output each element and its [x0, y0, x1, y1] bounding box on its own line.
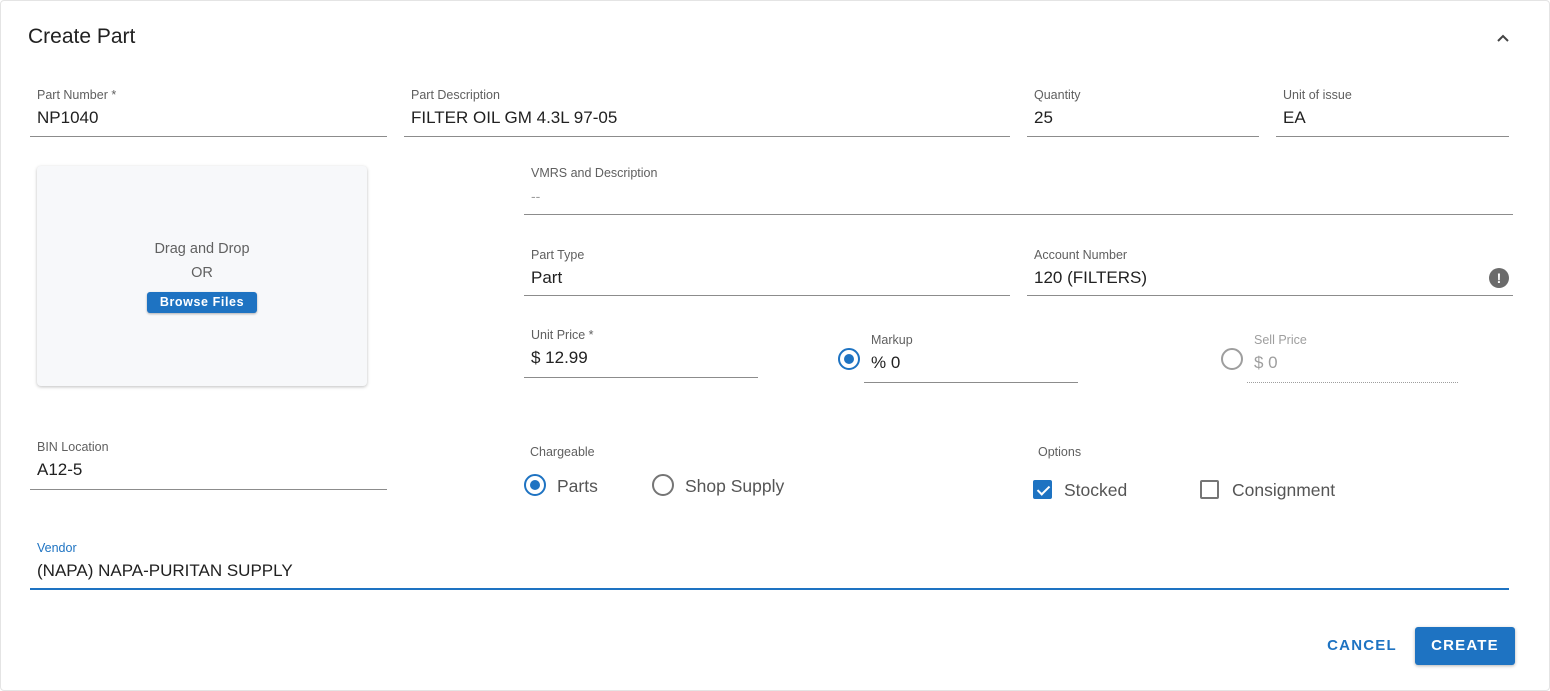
alert-circle-icon[interactable]: ! [1489, 268, 1509, 288]
part-number-value: NP1040 [37, 108, 99, 127]
unit-of-issue-field[interactable]: Unit of issue EA [1276, 88, 1509, 137]
chargeable-shop-supply-radio[interactable] [652, 474, 674, 496]
sell-price-underline [1247, 382, 1458, 383]
part-description-field[interactable]: Part Description FILTER OIL GM 4.3L 97-0… [404, 88, 1010, 137]
account-number-field[interactable]: Account Number 120 (FILTERS) [1027, 248, 1513, 296]
chargeable-parts-radio[interactable] [524, 474, 546, 496]
chargeable-label: Chargeable [530, 445, 595, 459]
unit-price-underline [524, 377, 758, 378]
sell-price-value: $ 0 [1254, 353, 1278, 372]
dropzone-text: Drag and Drop [154, 241, 250, 257]
vendor-value: (NAPA) NAPA-PURITAN SUPPLY [37, 561, 293, 580]
part-description-underline [404, 136, 1010, 137]
part-type-underline [524, 295, 1010, 296]
part-type-field[interactable]: Part Type Part [524, 248, 1010, 296]
page-title: Create Part [28, 25, 136, 48]
sell-price-field: Sell Price $ 0 [1247, 333, 1458, 383]
stocked-label[interactable]: Stocked [1064, 480, 1127, 501]
markup-field[interactable]: Markup % 0 [864, 333, 1078, 383]
quantity-label: Quantity [1034, 88, 1081, 102]
bin-location-field[interactable]: BIN Location A12-5 [30, 440, 387, 490]
create-part-panel: Create Part Part Number * NP1040 Part De… [0, 0, 1550, 691]
bin-location-value: A12-5 [37, 460, 83, 479]
part-number-underline [30, 136, 387, 137]
part-number-label: Part Number * [37, 88, 117, 102]
vmrs-value: -- [531, 188, 541, 204]
consignment-label[interactable]: Consignment [1232, 480, 1335, 501]
account-number-label: Account Number [1034, 248, 1128, 262]
account-number-underline [1027, 295, 1513, 296]
sell-price-label: Sell Price [1254, 333, 1307, 347]
vendor-label: Vendor [37, 541, 77, 555]
part-description-value: FILTER OIL GM 4.3L 97-05 [411, 108, 618, 127]
markup-radio[interactable] [838, 348, 860, 370]
quantity-value: 25 [1034, 108, 1053, 127]
chevron-up-icon[interactable] [1490, 25, 1516, 51]
unit-price-value: $ 12.99 [531, 348, 588, 367]
bin-location-label: BIN Location [37, 440, 109, 454]
markup-label: Markup [871, 333, 913, 347]
vendor-underline [30, 588, 1509, 590]
browse-files-button[interactable]: Browse Files [147, 292, 257, 313]
unit-price-field[interactable]: Unit Price * $ 12.99 [524, 328, 758, 378]
unit-of-issue-label: Unit of issue [1283, 88, 1352, 102]
part-type-label: Part Type [531, 248, 585, 262]
sell-price-radio[interactable] [1221, 348, 1243, 370]
quantity-field[interactable]: Quantity 25 [1027, 88, 1259, 137]
unit-of-issue-value: EA [1283, 108, 1306, 127]
chargeable-shop-supply-label[interactable]: Shop Supply [685, 476, 784, 497]
vmrs-underline [524, 214, 1513, 215]
cancel-button[interactable]: CANCEL [1319, 627, 1405, 665]
vendor-field[interactable]: Vendor (NAPA) NAPA-PURITAN SUPPLY [30, 541, 1509, 590]
consignment-checkbox[interactable] [1200, 480, 1219, 499]
options-label: Options [1038, 445, 1082, 459]
part-description-label: Part Description [411, 88, 500, 102]
part-type-value: Part [531, 268, 563, 287]
markup-underline [864, 382, 1078, 383]
markup-value: % 0 [871, 353, 901, 372]
file-dropzone[interactable]: Drag and Drop OR Browse Files [37, 166, 367, 386]
unit-of-issue-underline [1276, 136, 1509, 137]
vmrs-field[interactable]: VMRS and Description -- [524, 166, 1513, 215]
bin-location-underline [30, 489, 387, 490]
stocked-checkbox[interactable] [1033, 480, 1052, 499]
part-number-field[interactable]: Part Number * NP1040 [30, 88, 387, 137]
account-number-value: 120 (FILTERS) [1034, 268, 1148, 287]
create-button[interactable]: CREATE [1415, 627, 1515, 665]
dropzone-or-text: OR [191, 265, 213, 281]
vmrs-label: VMRS and Description [531, 166, 658, 180]
quantity-underline [1027, 136, 1259, 137]
chargeable-parts-label[interactable]: Parts [557, 476, 598, 497]
unit-price-label: Unit Price * [531, 328, 594, 342]
